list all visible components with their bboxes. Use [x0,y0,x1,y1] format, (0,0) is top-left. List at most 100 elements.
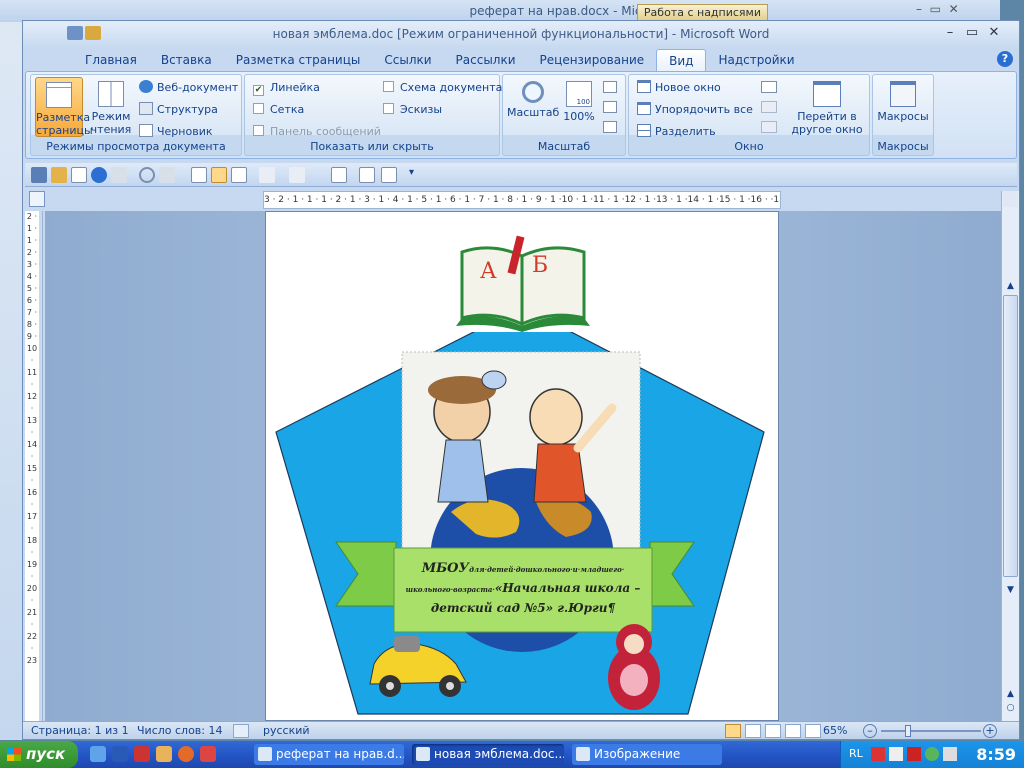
web-layout-button[interactable]: Веб-документ [139,79,238,97]
web-status-icon[interactable] [765,724,781,738]
word-count[interactable]: Число слов: 14 [137,722,223,740]
one-page-icon[interactable] [603,81,617,93]
open-book-icon[interactable]: А Б [454,235,599,332]
speaker-icon[interactable] [943,747,957,761]
maximize-button[interactable]: ▭ [961,23,983,43]
reading-status-icon[interactable] [745,724,761,738]
save-icon[interactable] [31,167,47,183]
start-button[interactable]: пуск [0,741,78,768]
taskbar-item-emblem[interactable]: новая эмблема.doc... [412,744,564,765]
ribbon: Разметка страницы Режим чтения Веб-докум… [25,71,1017,159]
scroll-up-button[interactable] [1003,191,1018,207]
tab-references[interactable]: Ссылки [372,49,443,71]
text-box-tools-tab[interactable]: Работа с надписями [636,4,768,21]
proofing-icon[interactable] [233,724,249,738]
word-window[interactable]: новая эмблема.doc [Режим ограниченной фу… [22,20,1020,740]
new-doc-icon[interactable] [359,167,375,183]
taskbar-item-referat[interactable]: реферат на нрав.d... [254,744,404,765]
minimize-button[interactable]: – [939,23,961,43]
draft-status-icon[interactable] [805,724,821,738]
switch-windows-button[interactable]: Перейти в другое окно [787,77,867,137]
zoom-slider-thumb[interactable] [905,725,911,737]
preview-icon[interactable] [139,167,155,183]
document-page[interactable]: А Б МБОУдля·детей·дошкольного·и·младшего… [265,211,779,721]
tab-insert[interactable]: Вставка [149,49,224,71]
tab-addins[interactable]: Надстройки [706,49,806,71]
sync-scroll-icon[interactable] [761,101,777,113]
ruler-checkbox[interactable]: ✔ Линейка [253,79,320,97]
zoom-level[interactable]: 65% [823,722,847,740]
zoom-out-icon[interactable]: – [863,724,877,738]
new-window-button[interactable]: Новое окно [637,79,721,97]
tab-mailings[interactable]: Рассылки [444,49,528,71]
document-area[interactable]: А Б МБОУдля·детей·дошкольного·и·младшего… [45,211,1001,721]
clock[interactable]: 8:59 [976,741,1016,768]
vertical-scrollbar[interactable]: ▲ ▼ ▲ ○ [1001,191,1019,721]
opera-icon[interactable] [200,746,216,762]
draft-qat-icon[interactable] [231,167,247,183]
reading-mode-button[interactable]: Режим чтения [87,77,135,137]
group-label-zoom: Масштаб [537,140,591,153]
tray-icon-2[interactable] [889,747,903,761]
tab-home[interactable]: Главная [73,49,149,71]
doc-map-checkbox[interactable]: Схема документа [383,79,502,97]
customize-qat-icon[interactable]: ▾ [409,167,414,178]
edit-icon[interactable] [381,167,397,183]
undo-qat-icon[interactable] [289,167,305,183]
help-icon[interactable]: ? [997,51,1013,67]
zoom-in-icon[interactable]: + [983,724,997,738]
browse-object-icon[interactable]: ○ [1003,703,1018,715]
scroll-up-arrow-icon[interactable]: ▲ [1003,281,1018,293]
find-icon[interactable] [331,167,347,183]
split-icon [637,124,651,137]
zoom-slider[interactable] [881,730,981,732]
print-layout-status-icon[interactable] [725,724,741,738]
tab-selector[interactable] [29,191,45,207]
spelling-icon[interactable] [111,167,127,183]
open-icon[interactable] [51,167,67,183]
ie-icon[interactable] [90,746,106,762]
bullets-icon[interactable] [259,167,275,183]
save-icon[interactable] [67,26,83,40]
macros-button[interactable]: Макросы [877,77,929,137]
language[interactable]: русский [263,722,310,740]
gridlines-checkbox[interactable]: Сетка [253,101,304,119]
tab-review[interactable]: Рецензирование [528,49,657,71]
tray-icon-3[interactable] [907,747,921,761]
arrange-all-button[interactable]: Упорядочить все [637,101,753,119]
reset-position-icon[interactable] [761,121,777,133]
scroll-down-arrow-icon[interactable]: ▼ [1003,585,1018,597]
outline-button[interactable]: Структура [139,101,218,119]
tray-icon-1[interactable] [871,747,885,761]
thumbnails-checkbox[interactable]: Эскизы [383,101,442,119]
close-button[interactable]: ✕ [983,23,1005,43]
outline-status-icon[interactable] [785,724,801,738]
side-by-side-icon[interactable] [761,81,777,93]
print-layout-button[interactable]: Разметка страницы [35,77,93,137]
horizontal-ruler[interactable]: 3 · 2 · 1 · 1 · 1 · 2 · 1 · 3 · 1 · 4 · … [263,191,781,209]
scroll-thumb[interactable] [1003,295,1018,577]
background-window-controls[interactable]: – ▭ ✕ [916,2,976,20]
language-indicator[interactable]: RL [849,747,863,760]
page-width-icon[interactable] [603,121,617,133]
zoom-100-button[interactable]: 100 100% [559,77,599,137]
media-icon[interactable] [156,746,172,762]
vertical-ruler[interactable]: 2 · 1 · 1 · 2 · 3 · 4 · 5 · 6 · 7 · 8 · … [25,211,39,721]
word-quicklaunch-icon[interactable] [112,746,128,762]
firefox-icon[interactable] [178,746,194,762]
tab-page-layout[interactable]: Разметка страницы [224,49,373,71]
two-pages-icon[interactable] [603,101,617,113]
prev-page-icon[interactable]: ▲ [1003,689,1018,701]
page-icon[interactable] [191,167,207,183]
page-count[interactable]: Страница: 1 из 1 [31,722,129,740]
zoom-button[interactable]: Масштаб [507,77,559,137]
taskbar-item-image[interactable]: Изображение [572,744,722,765]
redo-icon[interactable] [91,167,107,183]
print-layout-qat-icon[interactable] [211,167,227,183]
undo-icon[interactable] [85,26,101,40]
outlook-icon[interactable] [134,746,150,762]
print-icon[interactable] [71,167,87,183]
tab-view[interactable]: Вид [656,49,707,71]
view-icon[interactable] [159,167,175,183]
tray-icon-4[interactable] [925,747,939,761]
